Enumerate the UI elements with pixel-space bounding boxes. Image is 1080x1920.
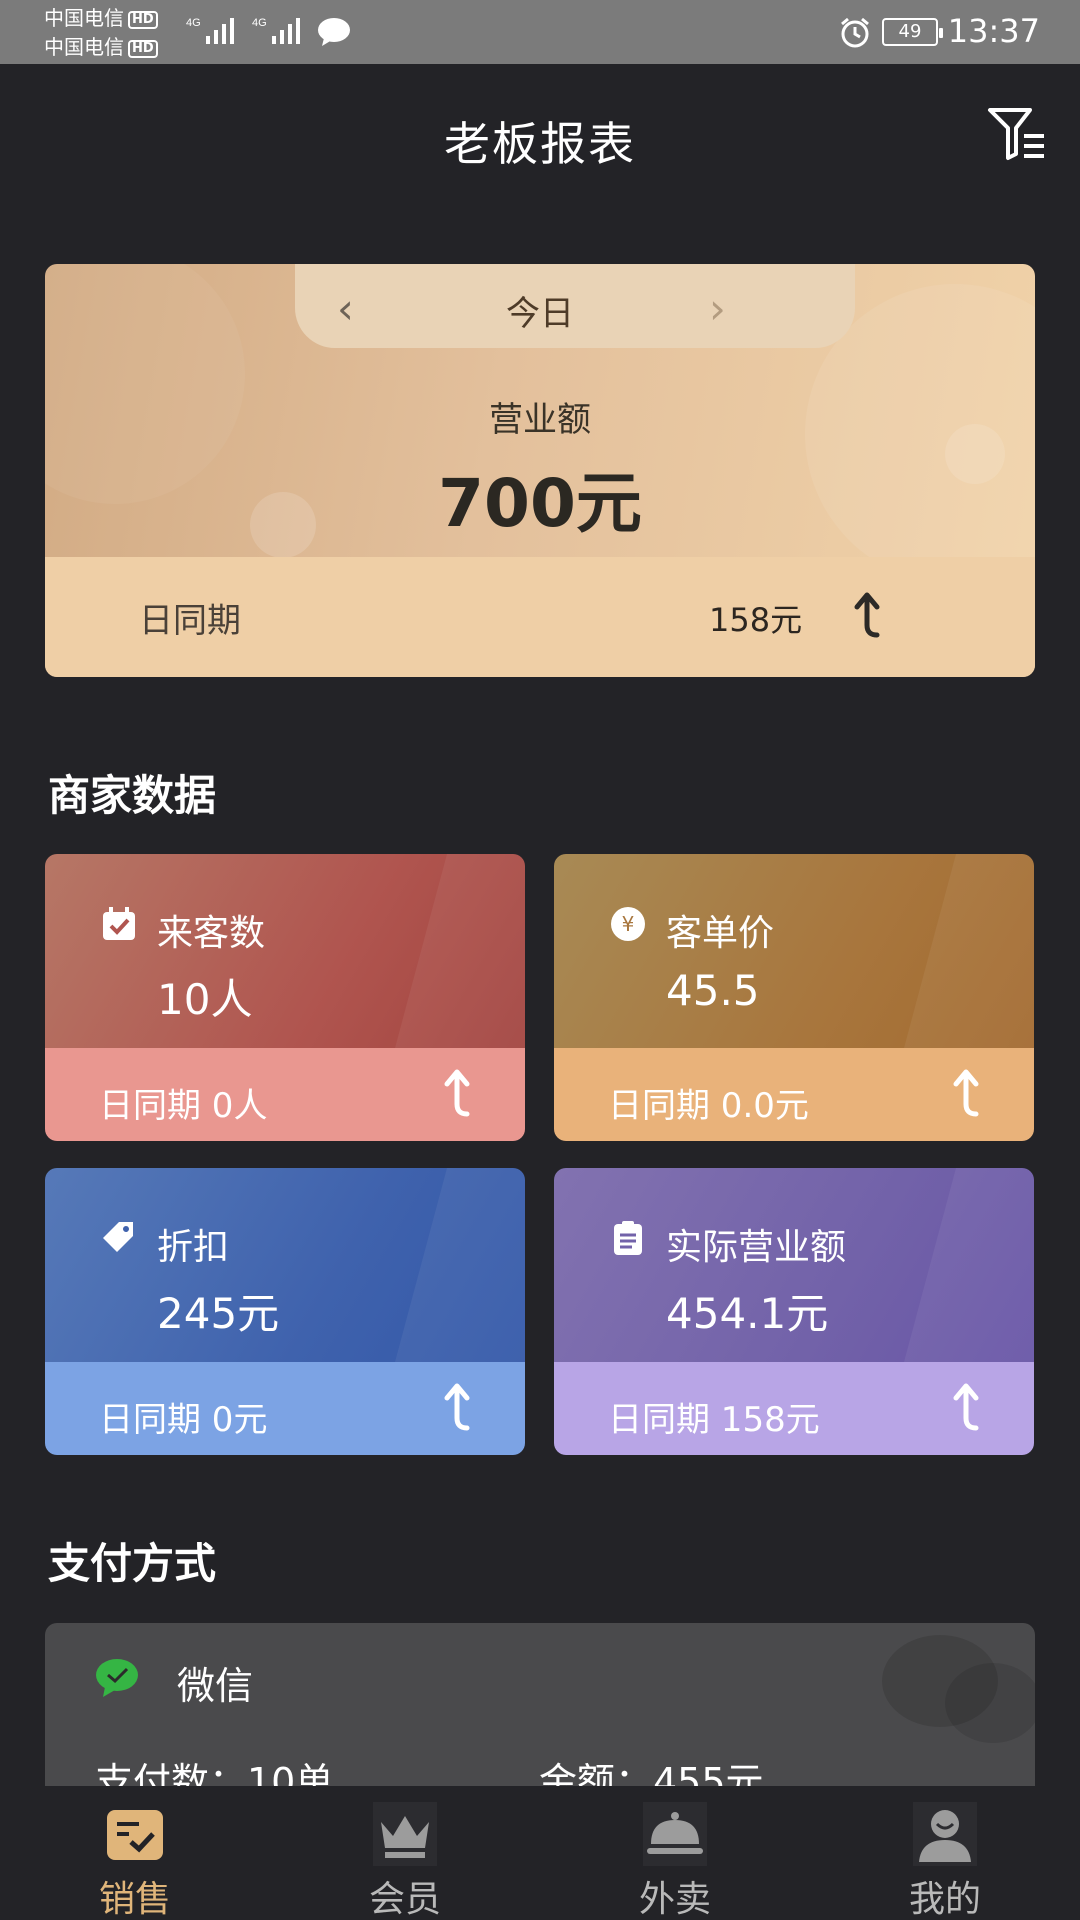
wechat-icon <box>96 1659 138 1697</box>
battery-icon: 49 <box>882 18 943 46</box>
trend-up-icon <box>953 1069 979 1117</box>
cloche-icon <box>643 1802 707 1866</box>
metric-label: 客单价 <box>666 913 775 954</box>
page-title: 老板报表 <box>444 117 636 171</box>
nav-label: 销售 <box>98 1879 171 1920</box>
clipboard-icon <box>614 1221 642 1255</box>
revenue-card: ‹ › 今日 营业额 700元 日同期 158元 <box>45 264 1035 677</box>
nav-sales[interactable]: 销售 <box>0 1786 270 1920</box>
metric-value: 10人 <box>157 975 253 1024</box>
merchant-data-title: 商家数据 <box>48 771 217 820</box>
actual-revenue-card[interactable]: 实际营业额 454.1元 日同期 158元 <box>554 1168 1034 1455</box>
trend-up-icon <box>953 1383 979 1431</box>
calendar-icon <box>103 907 135 940</box>
nav-mine[interactable]: 我的 <box>810 1786 1080 1920</box>
crown-icon <box>373 1802 437 1866</box>
metric-value: 245元 <box>157 1289 280 1338</box>
sales-icon <box>107 1810 163 1860</box>
metric-label: 来客数 <box>157 913 266 954</box>
period-label: 今日 <box>506 294 574 334</box>
trend-up-icon <box>854 592 880 638</box>
carrier-2: 中国电信 HD <box>44 36 158 58</box>
nav-label: 我的 <box>908 1879 981 1920</box>
clock: 13:37 <box>947 12 1040 50</box>
metric-compare: 日同期 0元 <box>99 1400 268 1440</box>
filter-icon[interactable] <box>986 104 1050 168</box>
yen-coin-icon: ¥ <box>611 907 645 941</box>
trend-up-icon <box>444 1069 470 1117</box>
nav-member[interactable]: 会员 <box>270 1786 540 1920</box>
revenue-label: 营业额 <box>489 400 591 440</box>
metric-compare: 日同期 158元 <box>608 1400 820 1440</box>
alarm-icon <box>841 17 869 48</box>
metric-label: 实际营业额 <box>666 1227 847 1268</box>
bottom-nav: 销售 会员 外卖 我的 <box>0 1786 1080 1920</box>
signal-icon-2: 4G <box>252 17 300 44</box>
nav-label: 外卖 <box>638 1879 711 1920</box>
metric-compare: 日同期 0.0元 <box>608 1086 809 1126</box>
svg-text:4G: 4G <box>186 17 201 29</box>
compare-label: 日同期 <box>139 601 241 641</box>
visitors-card[interactable]: 来客数 10人 日同期 0人 <box>45 854 525 1141</box>
signal-icon: 4G <box>186 17 234 44</box>
metric-value: 45.5 <box>666 966 760 1015</box>
payment-methods-title: 支付方式 <box>48 1539 217 1588</box>
metric-compare: 日同期 0人 <box>99 1086 268 1126</box>
nav-takeout[interactable]: 外卖 <box>540 1786 810 1920</box>
tag-icon <box>103 1222 133 1252</box>
person-icon <box>913 1802 977 1866</box>
payment-method-name: 微信 <box>177 1664 254 1708</box>
avg-price-card[interactable]: ¥ 客单价 45.5 日同期 0.0元 <box>554 854 1034 1141</box>
svg-text:¥: ¥ <box>622 912 635 936</box>
wechat-watermark-icon <box>882 1635 1035 1743</box>
metric-label: 折扣 <box>157 1227 230 1268</box>
revenue-compare-row: 日同期 158元 <box>45 557 1035 677</box>
status-bar: 中国电信 HD 中国电信 HD 4G 4G 49 13:37 <box>0 0 1080 64</box>
svg-text:4G: 4G <box>252 17 267 29</box>
carrier-1: 中国电信 HD <box>44 7 158 29</box>
trend-up-icon <box>444 1383 470 1431</box>
discount-card[interactable]: 折扣 245元 日同期 0元 <box>45 1168 525 1455</box>
compare-value: 158元 <box>709 601 803 639</box>
revenue-value: 700元 <box>438 465 642 542</box>
nav-label: 会员 <box>368 1879 441 1920</box>
message-icon <box>318 18 350 46</box>
metric-value: 454.1元 <box>666 1289 829 1338</box>
